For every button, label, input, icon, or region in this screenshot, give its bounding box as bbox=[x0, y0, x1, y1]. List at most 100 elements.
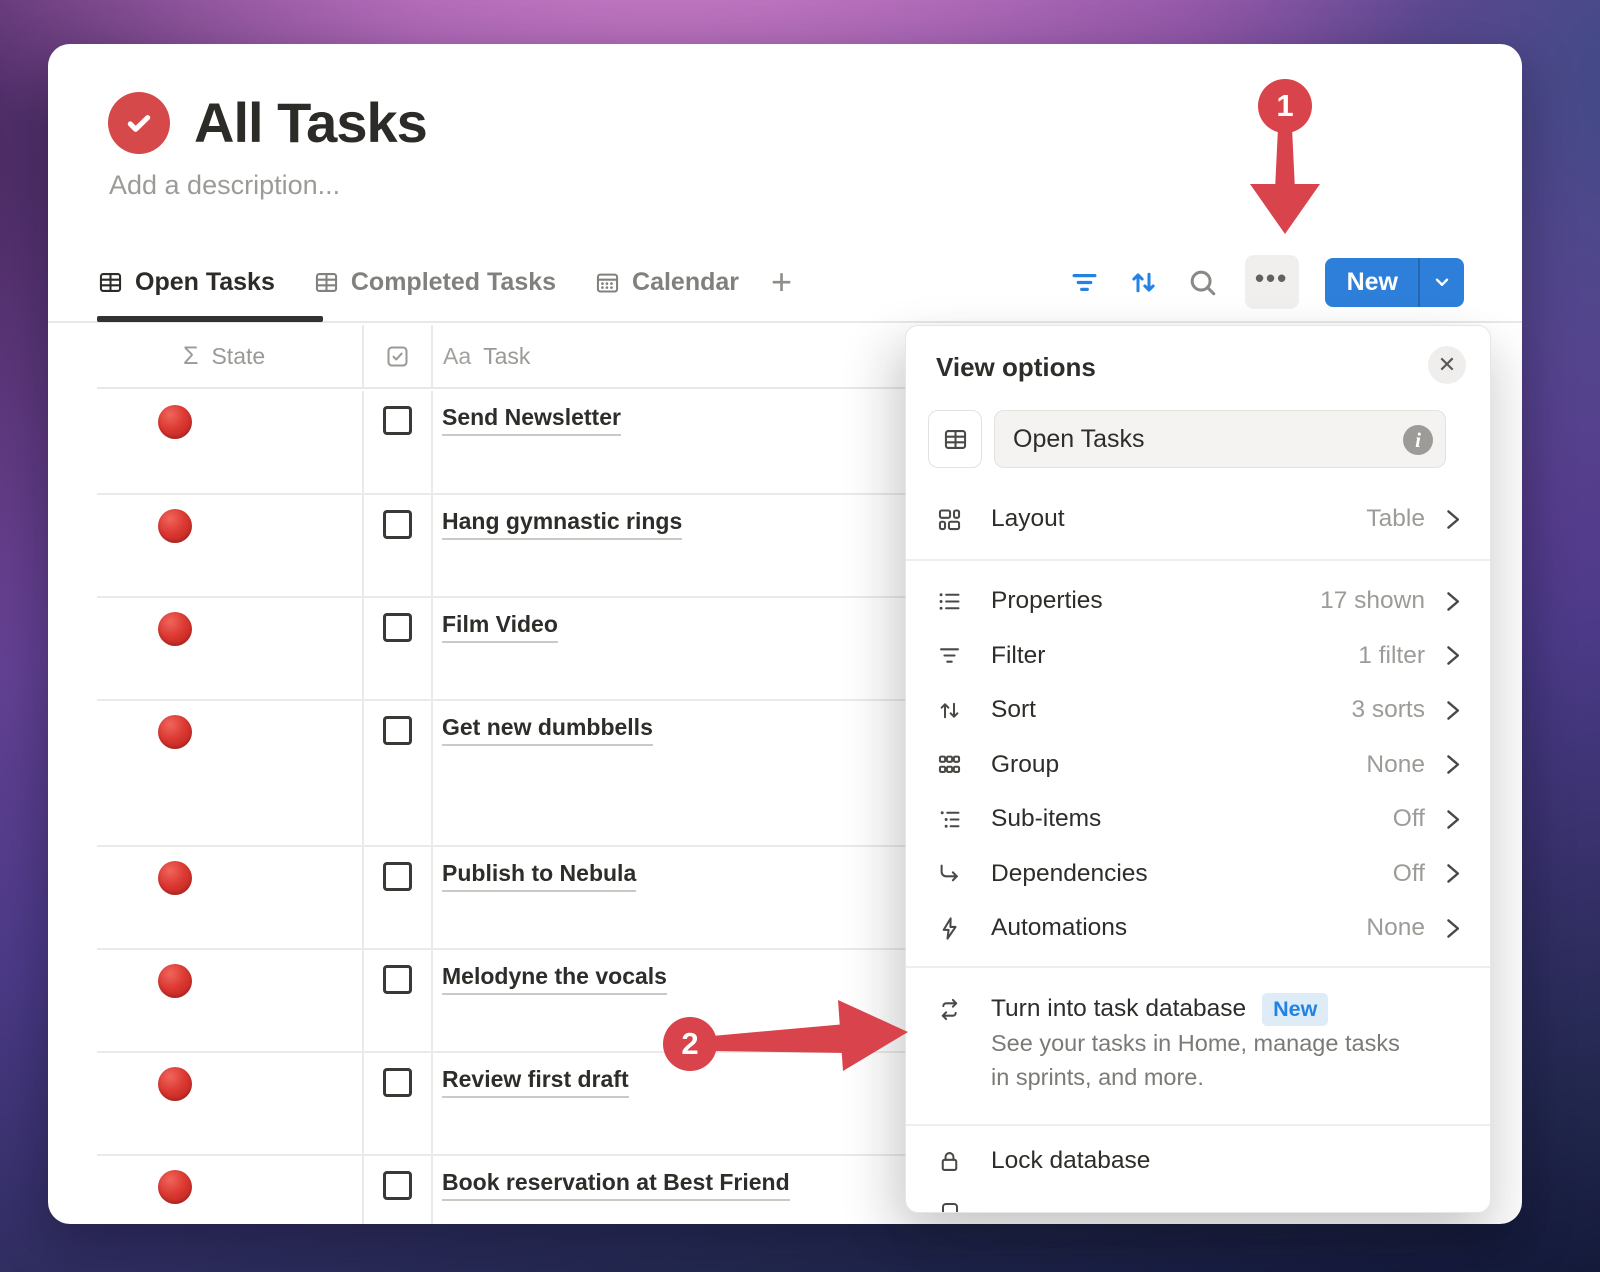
state-cell[interactable] bbox=[97, 598, 364, 699]
red-status-dot bbox=[158, 612, 192, 646]
task-cell[interactable]: Book reservation at Best Friend bbox=[433, 1156, 905, 1224]
checkbox-cell[interactable] bbox=[364, 1053, 433, 1154]
search-icon bbox=[1186, 266, 1219, 299]
tab-calendar[interactable]: Calendar bbox=[594, 268, 739, 297]
checkbox-cell[interactable] bbox=[364, 391, 433, 493]
column-header-task[interactable]: Aa Task bbox=[433, 325, 905, 387]
table-row[interactable]: Book reservation at Best Friend bbox=[97, 1156, 905, 1224]
new-dropdown-button[interactable] bbox=[1420, 258, 1464, 307]
task-cell[interactable]: Hang gymnastic rings bbox=[433, 495, 905, 596]
properties-row[interactable]: Properties 17 shown bbox=[906, 574, 1490, 629]
task-cell[interactable]: Film Video bbox=[433, 598, 905, 699]
view-tabbar: Open Tasks Completed Tasks Calendar + bbox=[97, 250, 792, 314]
task-title[interactable]: Film Video bbox=[442, 611, 558, 643]
column-header-checkbox[interactable] bbox=[364, 325, 433, 387]
dependencies-row[interactable]: Dependencies Off bbox=[906, 847, 1490, 902]
state-cell[interactable] bbox=[97, 1053, 364, 1154]
sub-items-row[interactable]: Sub-items Off bbox=[906, 792, 1490, 847]
table-row[interactable]: Review first draft bbox=[97, 1053, 905, 1156]
row-label: Dependencies bbox=[991, 860, 1148, 888]
checkbox-cell[interactable] bbox=[364, 598, 433, 699]
view-name-input[interactable] bbox=[995, 411, 1445, 467]
chevron-down-icon bbox=[1431, 271, 1453, 293]
task-cell[interactable]: Review first draft bbox=[433, 1053, 905, 1154]
lock-icon bbox=[936, 1148, 963, 1175]
automations-row[interactable]: Automations None bbox=[906, 901, 1490, 956]
state-cell[interactable] bbox=[97, 701, 364, 845]
filter-row[interactable]: Filter 1 filter bbox=[906, 629, 1490, 684]
task-checkbox[interactable] bbox=[383, 862, 412, 891]
task-title[interactable]: Publish to Nebula bbox=[442, 860, 636, 892]
tab-completed-tasks[interactable]: Completed Tasks bbox=[313, 268, 556, 297]
checkbox-cell[interactable] bbox=[364, 701, 433, 845]
task-checkbox[interactable] bbox=[383, 406, 412, 435]
table-row[interactable]: Get new dumbbells bbox=[97, 701, 905, 847]
sort-button[interactable] bbox=[1127, 266, 1160, 299]
properties-list-icon bbox=[936, 588, 963, 615]
red-status-dot bbox=[158, 1067, 192, 1101]
page-title[interactable]: All Tasks bbox=[194, 90, 427, 155]
add-view-button[interactable]: + bbox=[771, 261, 792, 303]
task-checkbox[interactable] bbox=[383, 1171, 412, 1200]
task-title[interactable]: Send Newsletter bbox=[442, 404, 621, 436]
panel-title: View options bbox=[936, 352, 1096, 383]
state-cell[interactable] bbox=[97, 391, 364, 493]
red-status-dot bbox=[158, 715, 192, 749]
lock-database-row[interactable]: Lock database bbox=[906, 1132, 1490, 1190]
table-row[interactable]: Film Video bbox=[97, 598, 905, 701]
table-view-icon bbox=[942, 426, 969, 453]
group-row[interactable]: Group None bbox=[906, 738, 1490, 793]
more-options-button[interactable]: ••• bbox=[1245, 255, 1299, 309]
task-cell[interactable]: Melodyne the vocals bbox=[433, 950, 905, 1051]
task-cell[interactable]: Get new dumbbells bbox=[433, 701, 905, 845]
task-title[interactable]: Get new dumbbells bbox=[442, 714, 653, 746]
checkbox-cell[interactable] bbox=[364, 1156, 433, 1224]
task-checkbox[interactable] bbox=[383, 965, 412, 994]
row-label: Automations bbox=[991, 914, 1127, 942]
task-cell[interactable]: Send Newsletter bbox=[433, 391, 905, 493]
tab-open-tasks[interactable]: Open Tasks bbox=[97, 268, 275, 297]
database-toolbar: ••• New bbox=[1068, 250, 1464, 314]
table-row[interactable]: Melodyne the vocals bbox=[97, 950, 905, 1053]
column-header-state[interactable]: Σ State bbox=[97, 325, 364, 387]
task-checkbox[interactable] bbox=[383, 716, 412, 745]
panel-settings-list: Properties 17 shown Filter 1 filter Sort… bbox=[906, 574, 1490, 956]
state-cell[interactable] bbox=[97, 847, 364, 948]
checkbox-cell[interactable] bbox=[364, 950, 433, 1051]
task-title[interactable]: Book reservation at Best Friend bbox=[442, 1169, 790, 1201]
table-row[interactable]: Send Newsletter bbox=[97, 391, 905, 495]
task-title[interactable]: Review first draft bbox=[442, 1066, 629, 1098]
view-type-button[interactable] bbox=[928, 410, 982, 468]
filter-button[interactable] bbox=[1068, 266, 1101, 299]
task-checkbox[interactable] bbox=[383, 1068, 412, 1097]
state-cell[interactable] bbox=[97, 495, 364, 596]
task-title[interactable]: Hang gymnastic rings bbox=[442, 508, 682, 540]
task-checkbox[interactable] bbox=[383, 613, 412, 642]
chevron-right-icon bbox=[1439, 806, 1466, 833]
page-description-placeholder[interactable]: Add a description... bbox=[109, 170, 340, 201]
more-icon: ••• bbox=[1255, 263, 1288, 294]
search-button[interactable] bbox=[1186, 266, 1219, 299]
close-panel-button[interactable]: ✕ bbox=[1428, 346, 1466, 384]
sort-row[interactable]: Sort 3 sorts bbox=[906, 683, 1490, 738]
table-row[interactable]: Hang gymnastic rings bbox=[97, 495, 905, 598]
state-cell[interactable] bbox=[97, 1156, 364, 1224]
chevron-right-icon bbox=[1439, 506, 1466, 533]
row-value: 1 filter bbox=[1358, 642, 1425, 670]
task-checkbox[interactable] bbox=[383, 510, 412, 539]
new-button[interactable]: New bbox=[1325, 258, 1418, 307]
checkbox-cell[interactable] bbox=[364, 847, 433, 948]
page-check-icon[interactable] bbox=[108, 92, 170, 154]
info-icon[interactable]: i bbox=[1403, 425, 1433, 455]
state-cell[interactable] bbox=[97, 950, 364, 1051]
new-button-group: New bbox=[1325, 258, 1464, 307]
task-cell[interactable]: Publish to Nebula bbox=[433, 847, 905, 948]
layout-row[interactable]: Layout Table bbox=[906, 490, 1490, 548]
row-label: Sub-items bbox=[991, 805, 1101, 833]
row-label: Layout bbox=[991, 505, 1065, 533]
table-body: Send Newsletter Hang gymnastic rings Fil… bbox=[97, 391, 905, 1224]
task-title[interactable]: Melodyne the vocals bbox=[442, 963, 667, 995]
red-status-dot bbox=[158, 861, 192, 895]
checkbox-cell[interactable] bbox=[364, 495, 433, 596]
table-row[interactable]: Publish to Nebula bbox=[97, 847, 905, 950]
